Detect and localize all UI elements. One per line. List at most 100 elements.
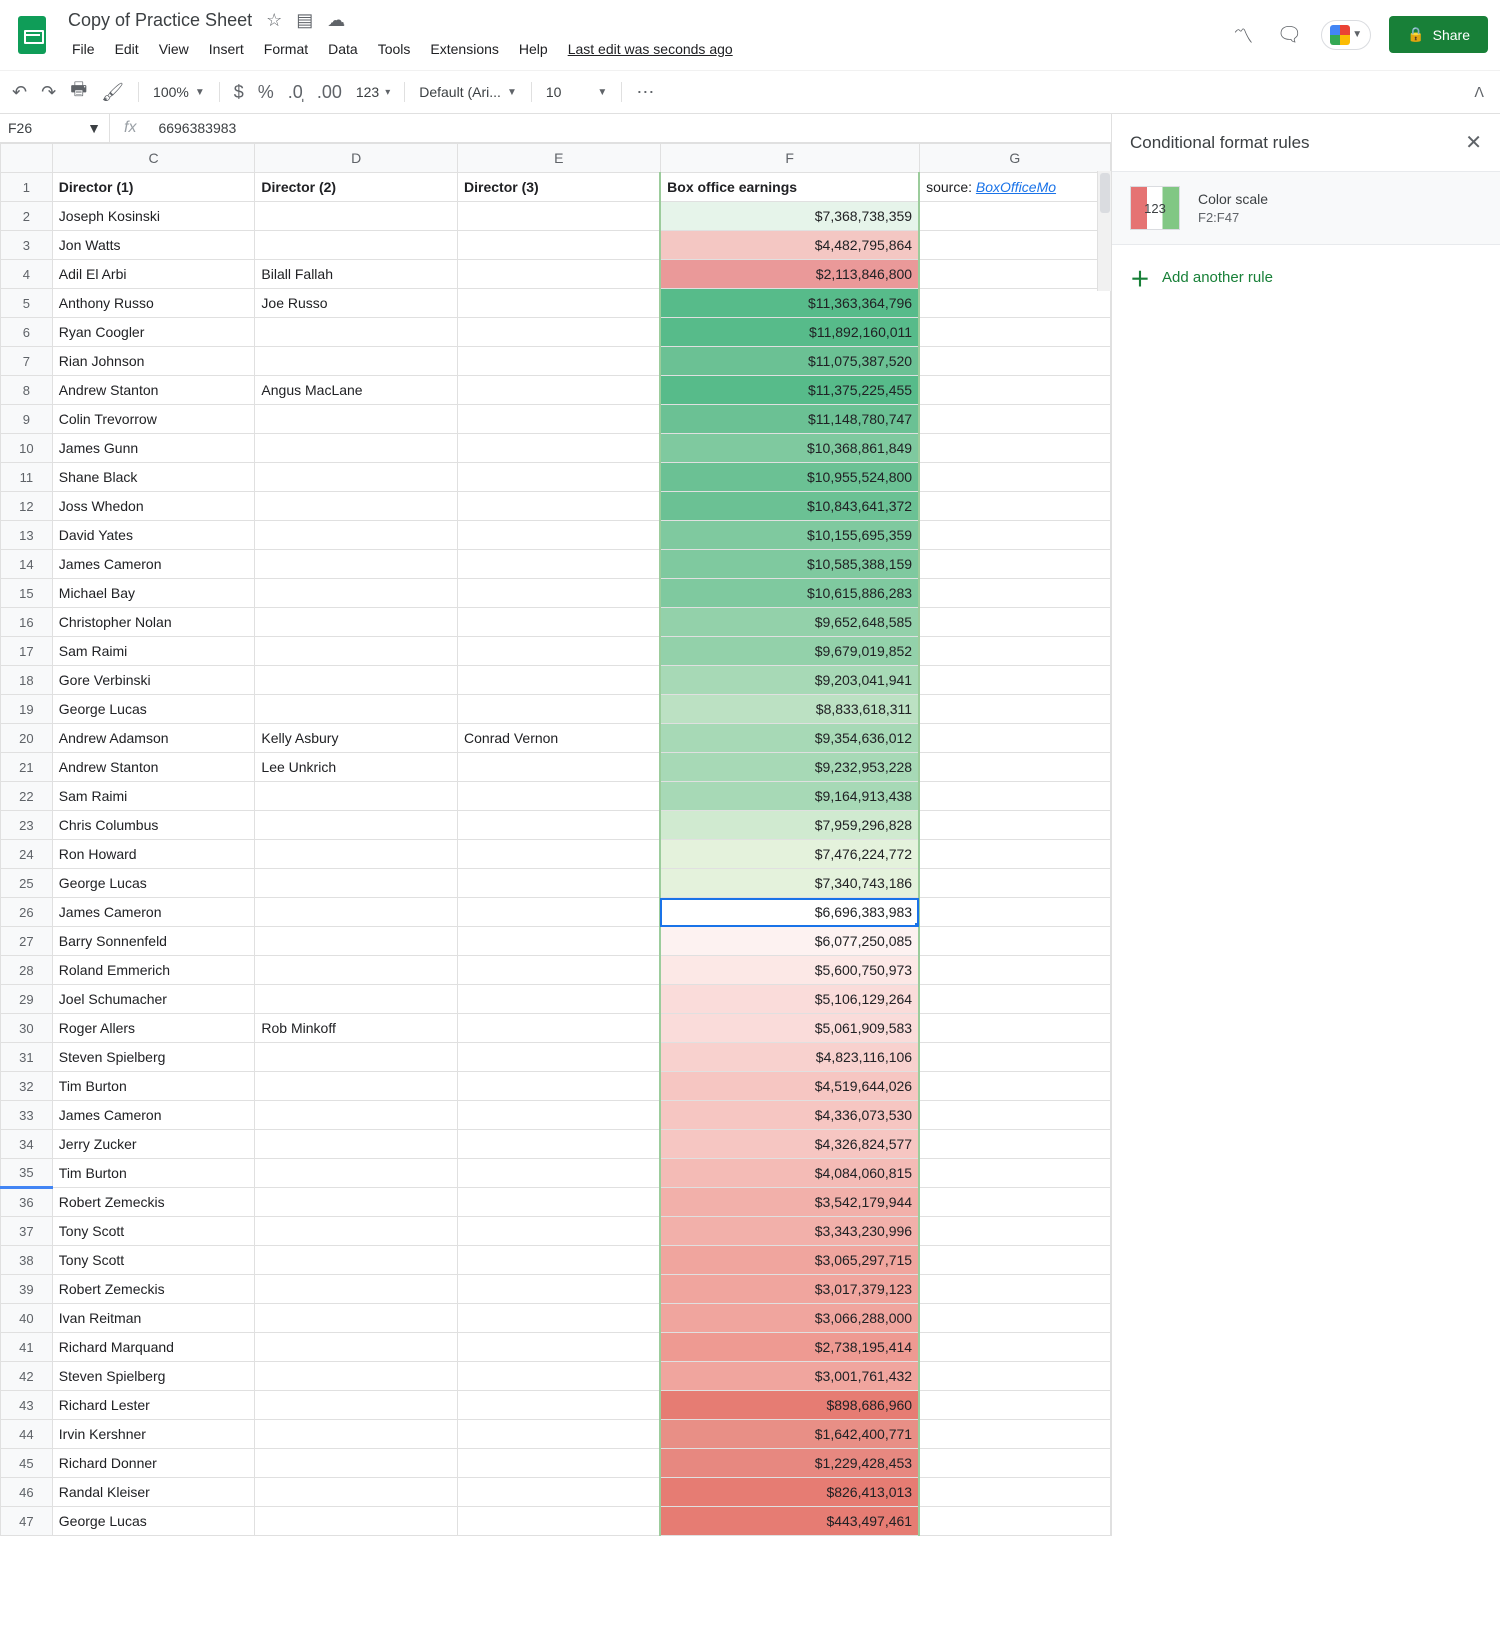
cell[interactable]: Ron Howard [52, 840, 255, 869]
cell[interactable]: Andrew Stanton [52, 753, 255, 782]
print-icon[interactable]: 🖶 [70, 77, 87, 107]
cell[interactable] [458, 405, 661, 434]
row-header[interactable]: 25 [1, 869, 53, 898]
cell[interactable] [458, 1101, 661, 1130]
cell[interactable] [255, 347, 458, 376]
cell[interactable] [255, 1130, 458, 1159]
cell[interactable]: Ryan Coogler [52, 318, 255, 347]
cell[interactable] [255, 1159, 458, 1188]
cell[interactable]: Sam Raimi [52, 637, 255, 666]
row-header[interactable]: 6 [1, 318, 53, 347]
paint-format-icon[interactable]: 🖌 [101, 82, 124, 103]
cell[interactable] [255, 1217, 458, 1246]
cell[interactable]: Richard Lester [52, 1391, 255, 1420]
cell[interactable] [458, 869, 661, 898]
cell[interactable] [919, 927, 1110, 956]
cell[interactable] [919, 1333, 1110, 1362]
row-header[interactable]: 26 [1, 898, 53, 927]
cell[interactable]: Colin Trevorrow [52, 405, 255, 434]
cell[interactable]: $6,077,250,085 [660, 927, 919, 956]
cell[interactable] [458, 1391, 661, 1420]
cell[interactable]: $4,336,073,530 [660, 1101, 919, 1130]
cell[interactable]: $4,084,060,815 [660, 1159, 919, 1188]
cell[interactable]: Andrew Stanton [52, 376, 255, 405]
cell[interactable]: Tony Scott [52, 1217, 255, 1246]
cell[interactable] [919, 1275, 1110, 1304]
cell[interactable] [919, 869, 1110, 898]
cell[interactable] [919, 376, 1110, 405]
menu-extensions[interactable]: Extensions [422, 37, 506, 61]
menu-view[interactable]: View [151, 37, 197, 61]
cell[interactable] [919, 1362, 1110, 1391]
cell[interactable] [919, 724, 1110, 753]
cell[interactable]: Angus MacLane [255, 376, 458, 405]
cell[interactable]: Director (3) [458, 173, 661, 202]
row-header[interactable]: 22 [1, 782, 53, 811]
row-header[interactable]: 28 [1, 956, 53, 985]
cell[interactable]: Christopher Nolan [52, 608, 255, 637]
share-button[interactable]: 🔒Share [1389, 16, 1488, 53]
row-header[interactable]: 31 [1, 1043, 53, 1072]
cell[interactable] [919, 956, 1110, 985]
cell[interactable]: Jon Watts [52, 231, 255, 260]
cell[interactable] [919, 1188, 1110, 1217]
cell[interactable]: $898,686,960 [660, 1391, 919, 1420]
comments-icon[interactable]: 🗨 [1275, 21, 1303, 49]
cell[interactable]: $3,017,379,123 [660, 1275, 919, 1304]
cell[interactable] [919, 782, 1110, 811]
row-header[interactable]: 9 [1, 405, 53, 434]
vertical-scrollbar[interactable] [1097, 171, 1111, 291]
cell[interactable] [255, 782, 458, 811]
cell[interactable] [458, 1014, 661, 1043]
increase-decimal-icon[interactable]: .00 [317, 82, 342, 103]
cell[interactable]: $3,001,761,432 [660, 1362, 919, 1391]
star-icon[interactable]: ☆ [266, 10, 282, 31]
cell[interactable] [919, 318, 1110, 347]
cell[interactable]: $5,106,129,264 [660, 985, 919, 1014]
cell[interactable]: Michael Bay [52, 579, 255, 608]
cell[interactable] [458, 666, 661, 695]
cell[interactable]: $3,066,288,000 [660, 1304, 919, 1333]
cell[interactable]: Tim Burton [52, 1072, 255, 1101]
cell[interactable]: Steven Spielberg [52, 1043, 255, 1072]
row-header[interactable]: 44 [1, 1420, 53, 1449]
cell[interactable]: Bilall Fallah [255, 260, 458, 289]
cell[interactable]: $4,482,795,864 [660, 231, 919, 260]
cell[interactable]: $443,497,461 [660, 1507, 919, 1536]
cell[interactable]: Robert Zemeckis [52, 1275, 255, 1304]
cell[interactable] [255, 1304, 458, 1333]
cell[interactable] [255, 1275, 458, 1304]
cell[interactable] [458, 289, 661, 318]
cell[interactable] [458, 753, 661, 782]
cell[interactable] [458, 1333, 661, 1362]
row-header[interactable]: 17 [1, 637, 53, 666]
cell[interactable] [255, 550, 458, 579]
cell[interactable] [919, 1217, 1110, 1246]
cell[interactable] [255, 840, 458, 869]
cell[interactable] [458, 1246, 661, 1275]
cell[interactable]: Kelly Asbury [255, 724, 458, 753]
col-header-c[interactable]: C [52, 144, 255, 173]
cell[interactable] [919, 840, 1110, 869]
cell[interactable]: $11,075,387,520 [660, 347, 919, 376]
cell[interactable]: Richard Marquand [52, 1333, 255, 1362]
cell[interactable] [919, 1130, 1110, 1159]
row-header[interactable]: 21 [1, 753, 53, 782]
cell[interactable] [919, 695, 1110, 724]
row-header[interactable]: 12 [1, 492, 53, 521]
cell[interactable] [255, 811, 458, 840]
cell[interactable] [919, 1159, 1110, 1188]
cell[interactable]: James Cameron [52, 898, 255, 927]
row-header[interactable]: 7 [1, 347, 53, 376]
cell[interactable] [919, 1507, 1110, 1536]
cell[interactable] [458, 1478, 661, 1507]
cell[interactable] [919, 608, 1110, 637]
cell[interactable]: $9,354,636,012 [660, 724, 919, 753]
row-header[interactable]: 46 [1, 1478, 53, 1507]
spreadsheet-grid[interactable]: C D E F G 1 Director (1) Director (2) Di… [0, 143, 1111, 1536]
cell[interactable] [919, 1304, 1110, 1333]
row-header[interactable]: 15 [1, 579, 53, 608]
cell[interactable] [458, 1130, 661, 1159]
row-header[interactable]: 35 [1, 1159, 53, 1188]
cell[interactable] [458, 956, 661, 985]
